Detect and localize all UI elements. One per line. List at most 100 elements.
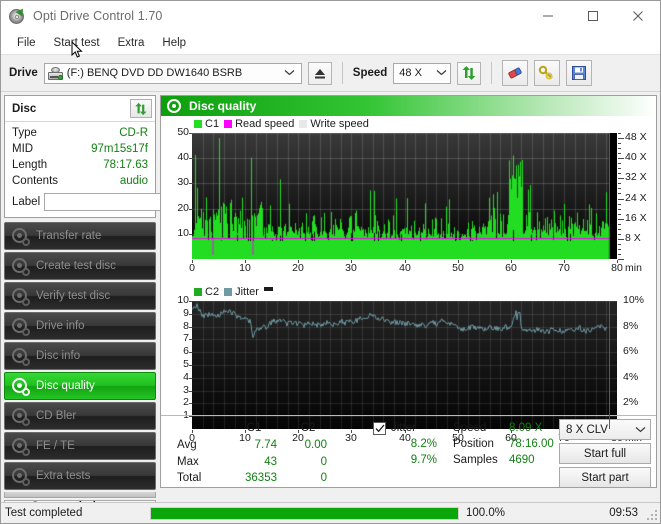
axis-tick — [618, 193, 621, 194]
status-bar: Test completed 100.0% 09:53 — [1, 502, 660, 523]
sidebar-item-disc-info[interactable]: Disc info — [4, 342, 156, 370]
speed-select[interactable]: 48 X — [393, 62, 452, 84]
sidebar-item-drive-info[interactable]: Drive info — [4, 312, 156, 340]
chevron-down-icon — [635, 424, 646, 436]
legend-entry-c2: C2 — [194, 286, 219, 298]
disc-icon — [11, 347, 30, 366]
position-key: Position — [453, 438, 494, 450]
window-title: Opti Drive Control 1.70 — [33, 9, 163, 23]
keys-icon — [539, 65, 554, 80]
menu-start-test[interactable]: Start test — [45, 35, 109, 51]
jitter-checkbox[interactable] — [373, 421, 386, 435]
eject-button[interactable] — [307, 61, 332, 85]
legend-label: Write speed — [310, 118, 369, 130]
chevron-down-icon — [284, 67, 295, 79]
progress-bar — [150, 506, 459, 520]
jitter-max-value: 9.7% — [410, 454, 437, 466]
axis-tick-label: 4% — [623, 371, 639, 383]
disc-icon — [167, 98, 182, 114]
disc-icon — [11, 317, 30, 336]
sidebar: Disc Type CD-R MID 97m15s17f Length 78:1… — [4, 95, 215, 514]
axis-tick — [189, 209, 192, 210]
disc-icon — [11, 227, 30, 246]
axis-tick — [618, 138, 624, 139]
disc-panel-title: Disc — [12, 102, 37, 115]
drive-select[interactable]: (F:) BENQ DVD DD DW1640 BSRB — [43, 62, 302, 84]
axis-tick — [189, 327, 192, 328]
minimize-icon[interactable] — [525, 1, 570, 31]
axis-tick — [618, 178, 624, 179]
disc-row-type-value: CD-R — [119, 127, 148, 139]
disc-icon — [11, 287, 30, 306]
sidebar-item-label: Extra tests — [36, 470, 91, 482]
sidebar-item-cd-bler[interactable]: CD Bler — [4, 402, 156, 430]
c2-plot — [192, 301, 617, 429]
jitter-column: Jitter 8.2% 9.7% — [373, 420, 445, 487]
menu-file[interactable]: File — [8, 35, 45, 51]
sidebar-item-transfer-rate[interactable]: Transfer rate — [4, 222, 156, 250]
legend-entry-c1: C1 — [194, 118, 219, 130]
menu-bar: File Start test Extra Help — [1, 31, 660, 58]
axis-tick — [618, 209, 621, 210]
axis-tick-label: 30 — [177, 176, 189, 188]
sidebar-item-fe-te[interactable]: FE / TE — [4, 432, 156, 460]
axis-tick-label: 10% — [623, 294, 645, 306]
write-speed-select[interactable]: 8 X CLV — [559, 419, 651, 440]
axis-tick-label: 20 — [177, 202, 189, 214]
sidebar-item-extra-tests[interactable]: Extra tests — [4, 462, 156, 490]
close-icon[interactable] — [615, 1, 660, 31]
legend-entry-jitter: Jitter — [224, 286, 259, 298]
sidebar-item-verify-test-disc[interactable]: Verify test disc — [4, 282, 156, 310]
maximize-icon[interactable] — [570, 1, 615, 31]
stats-row-avg-c1: 7.74 — [254, 438, 277, 451]
menu-help[interactable]: Help — [153, 35, 195, 51]
axis-tick — [618, 148, 621, 149]
axis-tick — [245, 260, 246, 263]
refresh-arrows-icon — [462, 66, 476, 80]
axis-tick-label: 8 — [183, 320, 189, 332]
axis-tick-label: 9 — [183, 307, 189, 319]
refresh-button[interactable] — [457, 61, 482, 85]
jitter-label: Jitter — [391, 422, 416, 434]
disc-row-contents-key: Contents — [12, 175, 59, 187]
axis-tick-label: 2% — [623, 396, 639, 408]
axis-tick — [189, 391, 192, 392]
sidebar-item-create-test-disc[interactable]: Create test disc — [4, 252, 156, 280]
stats-row-avg-c2: 0.00 — [304, 438, 327, 451]
axis-tick — [618, 199, 624, 200]
axis-tick-label: 20 — [292, 262, 304, 274]
sidebar-nav: Transfer rate Create test disc Verify te… — [4, 222, 156, 492]
resize-grip-icon[interactable] — [646, 509, 657, 520]
axis-tick — [618, 163, 621, 164]
disc-icon — [11, 407, 30, 426]
sidebar-item-label: Verify test disc — [36, 290, 111, 302]
start-full-button[interactable]: Start full — [559, 443, 651, 464]
start-part-button[interactable]: Start part — [559, 467, 651, 487]
axis-tick — [189, 301, 192, 302]
disc-refresh-button[interactable] — [130, 99, 152, 118]
keys-button[interactable] — [534, 60, 561, 86]
menu-extra[interactable]: Extra — [109, 35, 154, 51]
sidebar-item-label: Disc quality — [36, 380, 95, 392]
save-button[interactable] — [566, 60, 593, 86]
disc-row-length-value: 78:17.63 — [103, 159, 148, 171]
erase-button[interactable] — [502, 60, 529, 86]
main-body: Disc Type CD-R MID 97m15s17f Length 78:1… — [1, 92, 660, 514]
axis-tick-label: 30 — [345, 262, 357, 274]
axis-tick — [618, 234, 621, 235]
disc-row-contents: Contents audio — [12, 173, 148, 189]
stats-row-total-c2: 0 — [320, 472, 327, 485]
disc-info-panel: Disc Type CD-R MID 97m15s17f Length 78:1… — [4, 95, 215, 218]
c1-legend: C1 Read speed Write speed — [194, 118, 369, 130]
status-message: Test completed — [5, 507, 83, 519]
disc-label-row: Label — [12, 192, 215, 212]
axis-tick — [189, 158, 192, 159]
sidebar-item-disc-quality[interactable]: Disc quality — [4, 372, 156, 400]
speed-key: Speed — [453, 422, 487, 434]
sidebar-item-label: Transfer rate — [36, 230, 102, 242]
axis-tick-label: 4 — [183, 371, 189, 383]
axis-tick-label: min — [625, 262, 642, 274]
position-row: Position 78:16.00 — [453, 436, 554, 452]
axis-tick-label: 8 X — [625, 232, 641, 244]
jitter-avg-value: 8.2% — [410, 438, 437, 450]
